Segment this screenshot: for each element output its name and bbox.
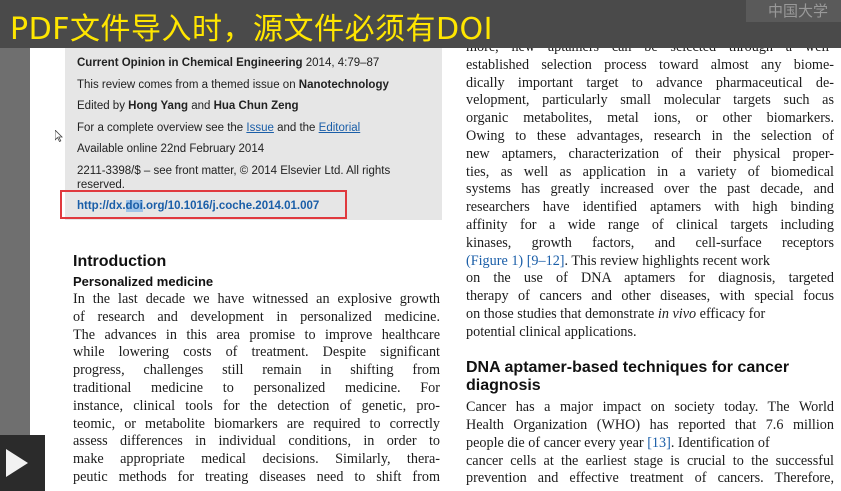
text-line: teomic, or metabolite biomarkers are req… [73,415,440,432]
issue-link[interactable]: Issue [246,122,274,134]
available-online-line: Available online 22nd February 2014 [77,143,265,155]
text-line: established selection process toward alm… [466,56,834,73]
journal-name: Current Opinion in Chemical Engineering [77,57,303,69]
themed-issue-line: This review comes from a themed issue on… [77,79,389,91]
text-line: while lowering costs of treatment. Despi… [73,344,440,361]
editors-line: Edited by Hong Yang and Hua Chun Zeng [77,100,299,112]
text-line: instance, clinical tools for the detecti… [73,397,440,414]
reference-13-link[interactable]: [13] [647,435,671,451]
figure-1-link[interactable]: (Figure 1) [466,253,523,269]
right-column-text: more, new aptamers can be selected throu… [466,48,834,342]
left-column-text: In the last decade we have witnessed an … [73,291,440,487]
video-play-button[interactable] [0,435,45,491]
journal-line: Current Opinion in Chemical Engineering … [77,57,380,69]
text-line: researchers have identified aptamers wit… [466,199,834,216]
text-line: therapy of cancers and other diseases, w… [466,288,834,305]
text-line: potential clinical applications. [466,323,637,340]
text-line: progress, challenges still remain in shi… [73,362,440,379]
editorial-link[interactable]: Editorial [319,122,361,134]
text-line: ties, as well as application in a variet… [466,163,834,180]
cancer-section-text: Cancer has a major impact on society tod… [466,398,834,487]
text-line: traditional medicine to personalized med… [73,379,440,396]
text-line: on those studies that demonstrate in viv… [466,305,766,322]
text-line: assess differences in individual conditi… [73,433,440,450]
mouse-cursor-icon [55,130,63,142]
university-logo: 中国大学 [746,0,841,22]
text-line: affinity for a wide range of clinical ta… [466,216,834,233]
text-line: new aptamers, characterization of their … [466,145,834,162]
text-line: Owing to these advantages, research in t… [466,127,834,144]
text-line: In the last decade we have witnessed an … [73,291,440,307]
overview-line: For a complete overview see the Issue an… [77,122,361,134]
text-line: make appropriate medical decisions. Simi… [73,451,440,468]
pdf-page: Current Opinion in Chemical Engineering … [30,48,841,491]
text-line: on the use of DNA aptamers for diagnosis… [466,270,834,287]
personalized-medicine-subheading: Personalized medicine [73,274,214,289]
text-line: The advances in this area promise to imp… [73,326,440,343]
text-line: Cancer has a major impact on society tod… [466,399,834,415]
play-icon [6,449,28,477]
introduction-heading: Introduction [73,253,167,270]
themed-topic: Nanotechnology [298,79,389,91]
text-line: of research and development in personali… [73,308,440,325]
text-line: systems has greatly increased over the p… [466,181,834,198]
reference-9-12-link[interactable]: [9–12] [527,253,565,269]
text-line: cancer cells at the earliest stage is cr… [466,452,834,469]
doi-highlight-box [60,190,347,219]
text-line: prevention and effective treatment of ca… [466,470,834,487]
text-line: velopment, particularly small molecular … [466,92,834,109]
text-line-cut: more, new aptamers can be selected throu… [466,48,834,57]
copyright-line: 2211-3398/$ – see front matter, © 2014 E… [77,165,391,177]
text-line: dically important target to advance phar… [466,74,834,91]
text-line: (Figure 1) [9–12]. This review highlight… [466,252,770,269]
text-line: peutic methods for treating diseases nee… [73,468,440,485]
text-line: kinases, growth factors, and cell-surfac… [466,234,834,251]
banner-title: PDF文件导入时，源文件必须有DOI [10,12,494,47]
text-line: people die of cancer every year [13]. Id… [466,434,770,451]
text-line: organic metabolites, metal ions, or othe… [466,110,834,127]
video-title-banner: PDF文件导入时，源文件必须有DOI 中国大学 [0,0,841,48]
text-line: Health Organization (WHO) has reported t… [466,416,834,433]
dna-aptamer-heading: DNA aptamer-based techniques for cancer … [466,359,790,394]
